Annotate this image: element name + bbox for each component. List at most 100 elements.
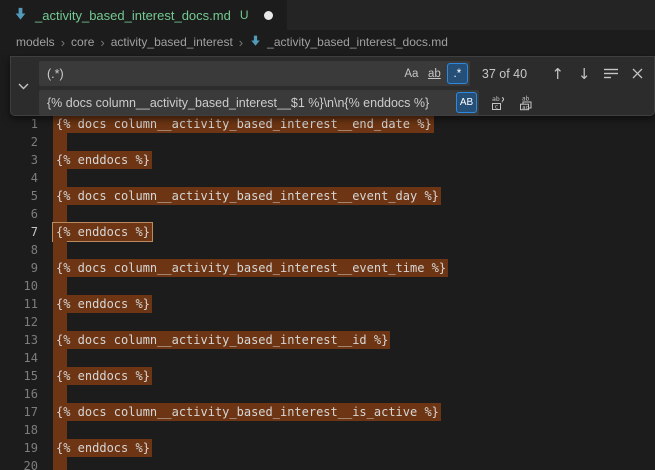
- find-match-highlight: {% docs column__activity_based_interest_…: [53, 331, 390, 349]
- find-match-highlight-empty: [53, 241, 67, 259]
- line-number: 4: [0, 169, 38, 187]
- find-match-highlight: {% enddocs %}: [53, 295, 152, 313]
- find-next-button[interactable]: ↓: [573, 63, 595, 85]
- close-icon: [632, 68, 643, 79]
- find-match-highlight-empty: [53, 313, 67, 331]
- code-line[interactable]: 17 {% docs column__activity_based_interes…: [0, 403, 655, 421]
- svg-text:ab: ab: [522, 95, 530, 102]
- replace-all-icon: ab ac: [518, 95, 534, 111]
- find-match-highlight: {% docs column__activity_based_interest_…: [53, 403, 441, 421]
- code-line[interactable]: 4: [0, 169, 655, 187]
- close-find-button[interactable]: [626, 63, 648, 85]
- line-number: 14: [0, 349, 38, 367]
- find-replace-widget: (.*) Aa ab .* 37 of 40 ↑ ↓ {%: [10, 56, 655, 116]
- code-line[interactable]: 8: [0, 241, 655, 259]
- find-match-highlight-empty: [53, 385, 67, 403]
- find-match-highlight-empty: [53, 205, 67, 223]
- toggle-replace-button[interactable]: [11, 57, 35, 115]
- find-match-highlight-empty: [53, 169, 67, 187]
- code-line[interactable]: 16: [0, 385, 655, 403]
- find-match-highlight: {% enddocs %}: [53, 367, 152, 385]
- replace-input[interactable]: {% docs column__activity_based_interest_…: [39, 90, 479, 115]
- find-match-highlight: {% enddocs %}: [53, 151, 152, 169]
- svg-text:ac: ac: [522, 104, 529, 110]
- line-number: 9: [0, 259, 38, 277]
- line-number: 19: [0, 439, 38, 457]
- find-query: (.*): [47, 67, 399, 81]
- find-input[interactable]: (.*) Aa ab .*: [39, 61, 470, 86]
- breadcrumb-item-activity-based-interest[interactable]: activity_based_interest: [111, 35, 233, 49]
- line-number: 7: [0, 223, 38, 241]
- code-line[interactable]: 5 {% docs column__activity_based_interest…: [0, 187, 655, 205]
- markdown-icon: [13, 6, 28, 24]
- line-number: 6: [0, 205, 38, 223]
- line-number: 8: [0, 241, 38, 259]
- code-line[interactable]: 2: [0, 133, 655, 151]
- find-match-highlight: {% enddocs %}: [53, 439, 152, 457]
- code-line[interactable]: 20: [0, 457, 655, 470]
- git-status-badge: U: [240, 8, 249, 22]
- breadcrumb-item-core[interactable]: core: [71, 35, 94, 49]
- find-in-selection-button[interactable]: [600, 63, 622, 85]
- editor-pane[interactable]: 1 {% docs column__activity_based_interest…: [0, 54, 655, 470]
- find-match-highlight-empty: [53, 421, 67, 439]
- code-line[interactable]: 10: [0, 277, 655, 295]
- code-line[interactable]: 6: [0, 205, 655, 223]
- line-number: 1: [0, 115, 38, 133]
- code-line[interactable]: 12: [0, 313, 655, 331]
- code-line[interactable]: 9 {% docs column__activity_based_interest…: [0, 259, 655, 277]
- find-match-highlight: {% docs column__activity_based_interest_…: [53, 259, 448, 277]
- arrow-down-icon: ↓: [578, 65, 591, 83]
- line-number: 13: [0, 331, 38, 349]
- line-number: 16: [0, 385, 38, 403]
- chevron-right-icon: ›: [60, 35, 66, 50]
- modified-indicator-dot[interactable]: [264, 11, 273, 20]
- find-match-highlight-empty: [53, 133, 67, 151]
- line-number: 17: [0, 403, 38, 421]
- markdown-icon: [249, 34, 262, 50]
- regex-button[interactable]: .*: [447, 63, 468, 84]
- selection-icon: [604, 68, 618, 79]
- svg-text:ab: ab: [492, 95, 500, 103]
- replace-value: {% docs column__activity_based_interest_…: [47, 96, 454, 110]
- line-number: 2: [0, 133, 38, 151]
- line-number: 18: [0, 421, 38, 439]
- find-previous-button[interactable]: ↑: [547, 63, 569, 85]
- editor-tab[interactable]: _activity_based_interest_docs.md U: [0, 0, 287, 30]
- code-line[interactable]: 13 {% docs column__activity_based_interes…: [0, 331, 655, 349]
- find-match-highlight-empty: [53, 277, 67, 295]
- code-line[interactable]: 15{% enddocs %}: [0, 367, 655, 385]
- breadcrumb-item-models[interactable]: models: [16, 35, 55, 49]
- code-line[interactable]: 14: [0, 349, 655, 367]
- line-number: 20: [0, 457, 38, 470]
- breadcrumb-item-file[interactable]: _activity_based_interest_docs.md: [249, 34, 448, 50]
- find-match-highlight-empty: [53, 457, 67, 470]
- find-match-highlight: {% docs column__activity_based_interest_…: [53, 187, 441, 205]
- chevron-down-icon: [18, 77, 29, 95]
- line-number: 12: [0, 313, 38, 331]
- replace-button[interactable]: ab c: [488, 92, 510, 114]
- replace-all-button[interactable]: ab ac: [515, 92, 537, 114]
- match-case-button[interactable]: Aa: [401, 63, 422, 84]
- line-number: 10: [0, 277, 38, 295]
- line-number: 11: [0, 295, 38, 313]
- find-match-highlight-empty: [53, 349, 67, 367]
- code-line[interactable]: 18: [0, 421, 655, 439]
- svg-text:c: c: [495, 103, 499, 110]
- code-line[interactable]: 3 {% enddocs %}: [0, 151, 655, 169]
- current-find-match: {% enddocs %}: [53, 223, 152, 241]
- line-number: 3: [0, 151, 38, 169]
- code-line[interactable]: 11 {% enddocs %}: [0, 295, 655, 313]
- line-number: 5: [0, 187, 38, 205]
- preserve-case-button[interactable]: AB: [456, 92, 477, 113]
- arrow-up-icon: ↑: [551, 65, 564, 83]
- breadcrumb: models › core › activity_based_interest …: [0, 30, 655, 54]
- tab-filename: _activity_based_interest_docs.md: [35, 8, 231, 23]
- chevron-right-icon: ›: [99, 35, 105, 50]
- code-line[interactable]: 7 {% enddocs %}: [0, 223, 655, 241]
- code-line[interactable]: 19 {% enddocs %}: [0, 439, 655, 457]
- tab-bar: _activity_based_interest_docs.md U: [0, 0, 655, 30]
- replace-icon: ab c: [491, 95, 507, 111]
- whole-word-button[interactable]: ab: [424, 63, 445, 84]
- match-count: 37 of 40: [482, 67, 542, 81]
